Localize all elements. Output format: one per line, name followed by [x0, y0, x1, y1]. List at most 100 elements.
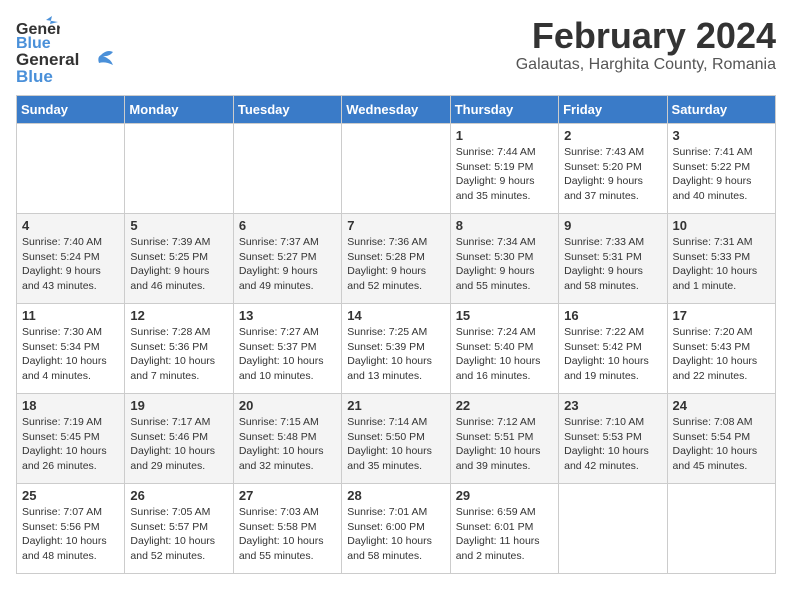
calendar-table: SundayMondayTuesdayWednesdayThursdayFrid… [16, 95, 776, 574]
day-info: Sunrise: 7:39 AM Sunset: 5:25 PM Dayligh… [130, 235, 227, 294]
calendar-cell: 15 Sunrise: 7:24 AM Sunset: 5:40 PM Dayli… [450, 304, 558, 394]
day-number: 26 [130, 488, 227, 503]
day-number: 2 [564, 128, 661, 143]
day-number: 29 [456, 488, 553, 503]
calendar-cell: 27 Sunrise: 7:03 AM Sunset: 5:58 PM Dayli… [233, 484, 341, 574]
calendar-cell: 3Sunrise: 7:41 AM Sunset: 5:22 PM Daylig… [667, 124, 775, 214]
calendar-cell [342, 124, 450, 214]
day-info: Sunrise: 7:25 AM Sunset: 5:39 PM Dayligh… [347, 325, 444, 384]
month-title: February 2024 [516, 16, 776, 56]
calendar-cell: 22Sunrise: 7:12 AM Sunset: 5:51 PM Dayli… [450, 394, 558, 484]
calendar-cell: 10Sunrise: 7:31 AM Sunset: 5:33 PM Dayli… [667, 214, 775, 304]
calendar-cell: 11Sunrise: 7:30 AM Sunset: 5:34 PM Dayli… [17, 304, 125, 394]
day-number: 14 [347, 308, 444, 323]
day-number: 12 [130, 308, 227, 323]
day-number: 10 [673, 218, 770, 233]
calendar-header-row: SundayMondayTuesdayWednesdayThursdayFrid… [17, 96, 776, 124]
day-info: Sunrise: 7:43 AM Sunset: 5:20 PM Dayligh… [564, 145, 661, 204]
day-info: Sunrise: 7:08 AM Sunset: 5:54 PM Dayligh… [673, 415, 770, 474]
calendar-cell: 21 Sunrise: 7:14 AM Sunset: 5:50 PM Dayli… [342, 394, 450, 484]
calendar-cell [233, 124, 341, 214]
day-number: 19 [130, 398, 227, 413]
calendar-cell [125, 124, 233, 214]
calendar-cell: 14 Sunrise: 7:25 AM Sunset: 5:39 PM Dayli… [342, 304, 450, 394]
day-info: Sunrise: 7:37 AM Sunset: 5:27 PM Dayligh… [239, 235, 336, 294]
calendar-cell: 19 Sunrise: 7:17 AM Sunset: 5:46 PM Dayli… [125, 394, 233, 484]
calendar-cell: 25 Sunrise: 7:07 AM Sunset: 5:56 PM Dayli… [17, 484, 125, 574]
day-number: 28 [347, 488, 444, 503]
title-block: February 2024 Galautas, Harghita County,… [516, 16, 776, 74]
column-header-thursday: Thursday [450, 96, 558, 124]
calendar-cell: 26Sunrise: 7:05 AM Sunset: 5:57 PM Dayli… [125, 484, 233, 574]
calendar-week-row: 18 Sunrise: 7:19 AM Sunset: 5:45 PM Dayli… [17, 394, 776, 484]
day-number: 17 [673, 308, 770, 323]
day-info: Sunrise: 7:03 AM Sunset: 5:58 PM Dayligh… [239, 505, 336, 564]
day-number: 7 [347, 218, 444, 233]
column-header-tuesday: Tuesday [233, 96, 341, 124]
calendar-cell: 29 Sunrise: 6:59 AM Sunset: 6:01 PM Dayli… [450, 484, 558, 574]
calendar-cell: 12Sunrise: 7:28 AM Sunset: 5:36 PM Dayli… [125, 304, 233, 394]
logo-bird-icon [81, 49, 113, 71]
day-number: 18 [22, 398, 119, 413]
day-number: 25 [22, 488, 119, 503]
day-info: Sunrise: 7:20 AM Sunset: 5:43 PM Dayligh… [673, 325, 770, 384]
calendar-cell: 18 Sunrise: 7:19 AM Sunset: 5:45 PM Dayli… [17, 394, 125, 484]
column-header-wednesday: Wednesday [342, 96, 450, 124]
calendar-cell: 28Sunrise: 7:01 AM Sunset: 6:00 PM Dayli… [342, 484, 450, 574]
calendar-cell: 8 Sunrise: 7:34 AM Sunset: 5:30 PM Daylig… [450, 214, 558, 304]
calendar-cell: 2 Sunrise: 7:43 AM Sunset: 5:20 PM Daylig… [559, 124, 667, 214]
logo: General Blue General Blue [16, 16, 113, 87]
day-info: Sunrise: 7:15 AM Sunset: 5:48 PM Dayligh… [239, 415, 336, 474]
calendar-cell [667, 484, 775, 574]
calendar-cell: 9 Sunrise: 7:33 AM Sunset: 5:31 PM Daylig… [559, 214, 667, 304]
day-info: Sunrise: 7:34 AM Sunset: 5:30 PM Dayligh… [456, 235, 553, 294]
calendar-cell: 13 Sunrise: 7:27 AM Sunset: 5:37 PM Dayli… [233, 304, 341, 394]
day-info: Sunrise: 7:19 AM Sunset: 5:45 PM Dayligh… [22, 415, 119, 474]
svg-text:Blue: Blue [16, 35, 51, 52]
calendar-cell: 16 Sunrise: 7:22 AM Sunset: 5:42 PM Dayli… [559, 304, 667, 394]
day-number: 13 [239, 308, 336, 323]
column-header-sunday: Sunday [17, 96, 125, 124]
day-info: Sunrise: 7:17 AM Sunset: 5:46 PM Dayligh… [130, 415, 227, 474]
day-info: Sunrise: 7:27 AM Sunset: 5:37 PM Dayligh… [239, 325, 336, 384]
calendar-cell: 4Sunrise: 7:40 AM Sunset: 5:24 PM Daylig… [17, 214, 125, 304]
day-number: 23 [564, 398, 661, 413]
calendar-week-row: 4Sunrise: 7:40 AM Sunset: 5:24 PM Daylig… [17, 214, 776, 304]
day-info: Sunrise: 7:12 AM Sunset: 5:51 PM Dayligh… [456, 415, 553, 474]
day-info: Sunrise: 7:07 AM Sunset: 5:56 PM Dayligh… [22, 505, 119, 564]
calendar-cell: 20 Sunrise: 7:15 AM Sunset: 5:48 PM Dayli… [233, 394, 341, 484]
column-header-friday: Friday [559, 96, 667, 124]
column-header-monday: Monday [125, 96, 233, 124]
calendar-cell: 17 Sunrise: 7:20 AM Sunset: 5:43 PM Dayli… [667, 304, 775, 394]
day-info: Sunrise: 7:36 AM Sunset: 5:28 PM Dayligh… [347, 235, 444, 294]
day-info: Sunrise: 7:14 AM Sunset: 5:50 PM Dayligh… [347, 415, 444, 474]
calendar-cell: 24Sunrise: 7:08 AM Sunset: 5:54 PM Dayli… [667, 394, 775, 484]
calendar-cell [559, 484, 667, 574]
day-number: 27 [239, 488, 336, 503]
calendar-week-row: 1 Sunrise: 7:44 AM Sunset: 5:19 PM Daylig… [17, 124, 776, 214]
day-info: Sunrise: 7:33 AM Sunset: 5:31 PM Dayligh… [564, 235, 661, 294]
day-info: Sunrise: 7:24 AM Sunset: 5:40 PM Dayligh… [456, 325, 553, 384]
day-info: Sunrise: 7:10 AM Sunset: 5:53 PM Dayligh… [564, 415, 661, 474]
day-number: 9 [564, 218, 661, 233]
day-number: 5 [130, 218, 227, 233]
day-info: Sunrise: 7:40 AM Sunset: 5:24 PM Dayligh… [22, 235, 119, 294]
day-info: Sunrise: 6:59 AM Sunset: 6:01 PM Dayligh… [456, 505, 553, 564]
calendar-cell: 7 Sunrise: 7:36 AM Sunset: 5:28 PM Daylig… [342, 214, 450, 304]
logo-icon: General Blue [16, 16, 60, 52]
calendar-cell [17, 124, 125, 214]
day-number: 1 [456, 128, 553, 143]
column-header-saturday: Saturday [667, 96, 775, 124]
day-info: Sunrise: 7:44 AM Sunset: 5:19 PM Dayligh… [456, 145, 553, 204]
day-number: 21 [347, 398, 444, 413]
page-header: General Blue General Blue February 2024 … [16, 16, 776, 87]
day-number: 8 [456, 218, 553, 233]
day-number: 16 [564, 308, 661, 323]
day-number: 20 [239, 398, 336, 413]
calendar-week-row: 25 Sunrise: 7:07 AM Sunset: 5:56 PM Dayli… [17, 484, 776, 574]
day-info: Sunrise: 7:30 AM Sunset: 5:34 PM Dayligh… [22, 325, 119, 384]
day-info: Sunrise: 7:22 AM Sunset: 5:42 PM Dayligh… [564, 325, 661, 384]
calendar-cell: 6Sunrise: 7:37 AM Sunset: 5:27 PM Daylig… [233, 214, 341, 304]
day-number: 15 [456, 308, 553, 323]
calendar-cell: 1 Sunrise: 7:44 AM Sunset: 5:19 PM Daylig… [450, 124, 558, 214]
